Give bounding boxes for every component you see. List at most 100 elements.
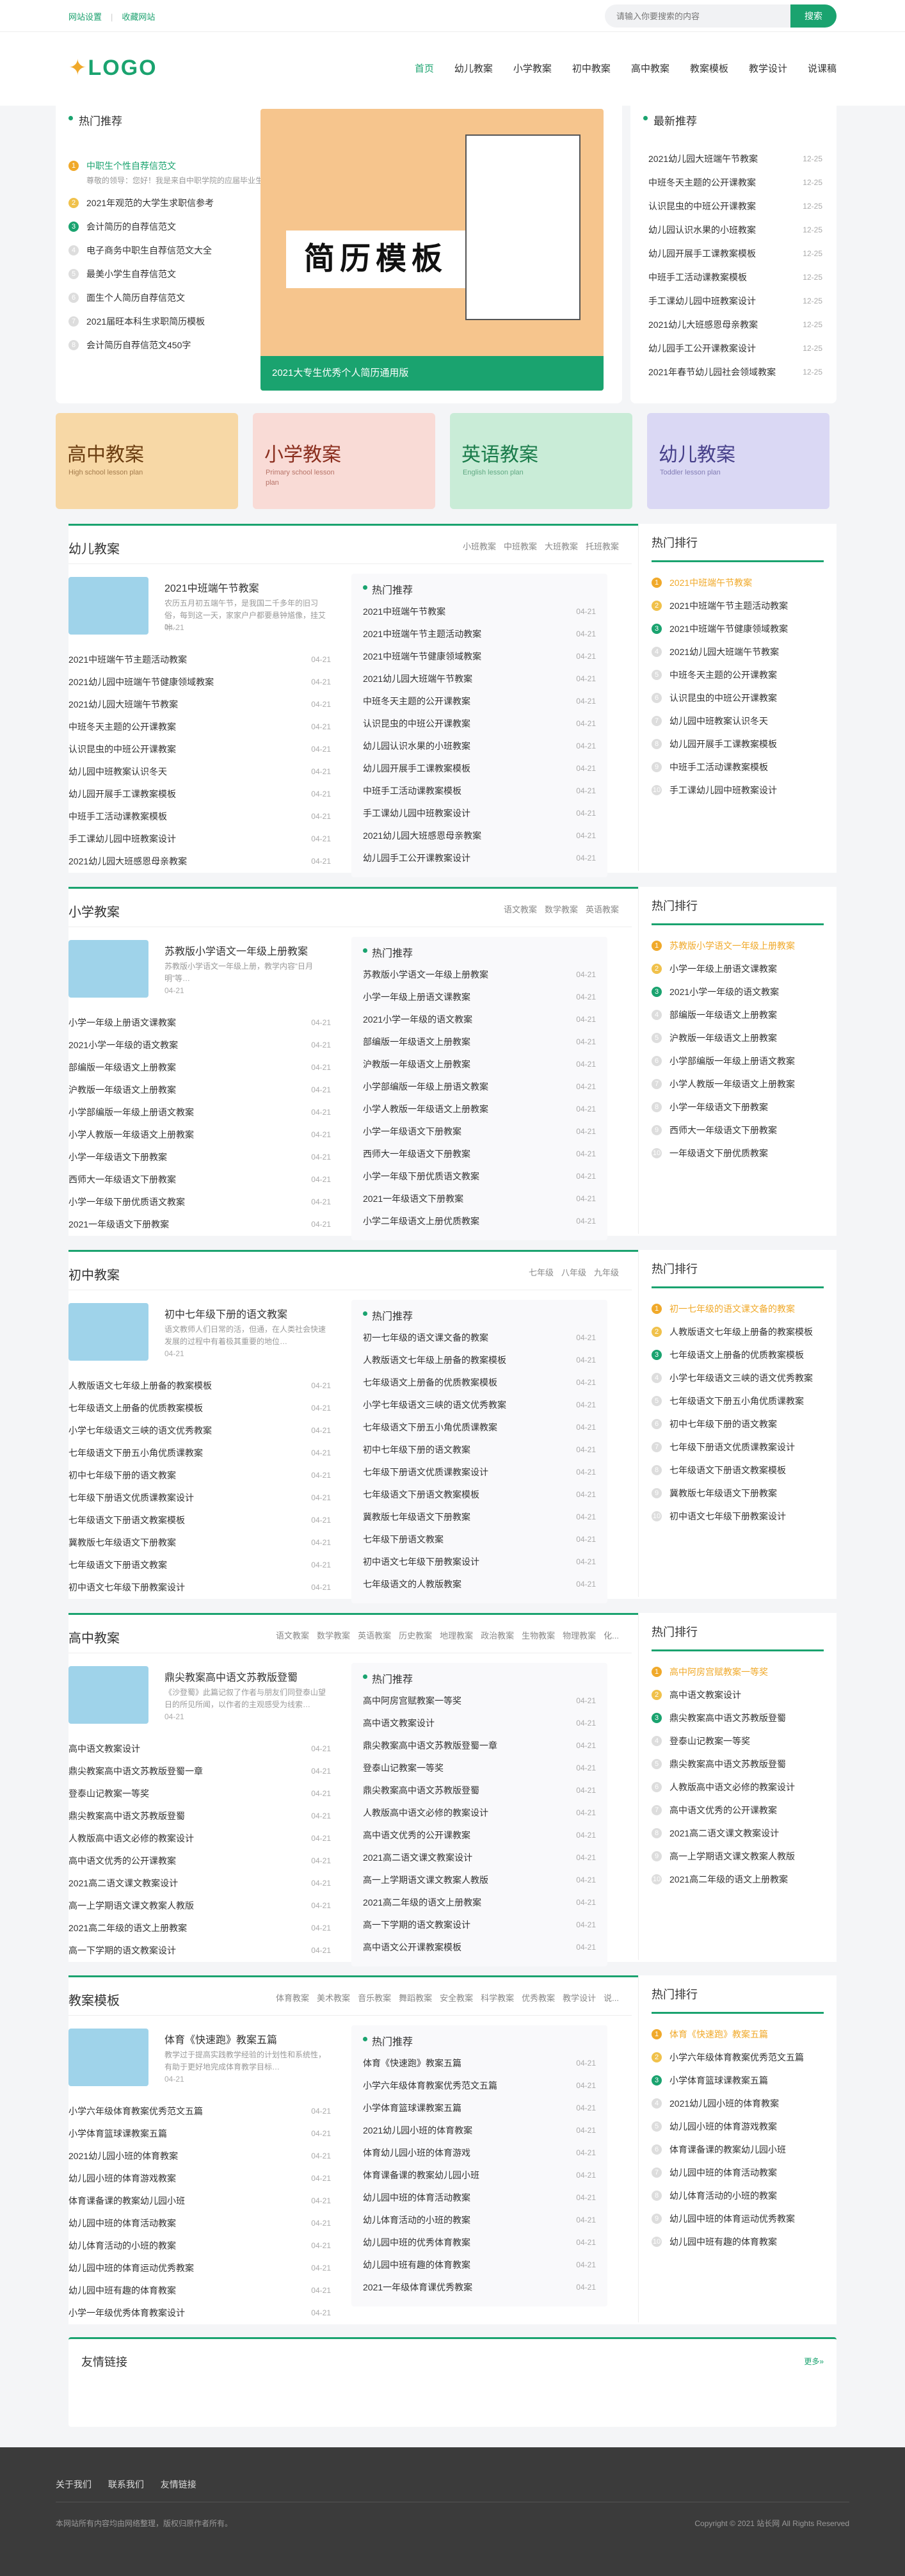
rank-item[interactable]: 1 苏教版小学语文一年级上册教案 xyxy=(652,934,824,957)
hot-link[interactable]: 2021一年级语文下册教案 xyxy=(363,1188,463,1210)
article-item[interactable]: 高一下学期的语文教案设计 04-21 xyxy=(68,1940,331,1962)
rank-item[interactable]: 4 登泰山记教案一等奖 xyxy=(652,1729,824,1753)
rank-item[interactable]: 10 一年级语文下册优质教案 xyxy=(652,1142,824,1165)
section-tag[interactable]: 七年级 xyxy=(529,1268,554,1277)
article-link[interactable]: 幼儿园中班教案认识冬天 xyxy=(68,761,167,783)
hot-link[interactable]: 高中语文公开课教案模板 xyxy=(363,1936,461,1959)
article-link[interactable]: 部编版一年级语文上册教案 xyxy=(68,1057,176,1079)
rank-item[interactable]: 2 小学六年级体育教案优秀范文五篇 xyxy=(652,2046,824,2069)
hot-link[interactable]: 幼儿园中班的体育活动教案 xyxy=(363,2187,470,2209)
rank-item[interactable]: 9 幼儿园中班的体育运动优秀教案 xyxy=(652,2207,824,2230)
section-tag[interactable]: 地理教案 xyxy=(440,1631,473,1640)
article-link[interactable]: 2021高二语文课文教案设计 xyxy=(68,1872,178,1895)
rank-link[interactable]: 沪教版一年级语文上册教案 xyxy=(669,1032,777,1044)
hot-item[interactable]: 2021幼儿园大班端午节教案 04-21 xyxy=(363,668,596,690)
nav-primary[interactable]: 小学教案 xyxy=(513,61,552,75)
rank-item[interactable]: 3 2021小学一年级的语文教案 xyxy=(652,980,824,1003)
hot-item[interactable]: 登泰山记教案一等奖 04-21 xyxy=(363,1757,596,1779)
hot-link[interactable]: 2021小学一年级的语文教案 xyxy=(363,1009,472,1031)
hot-link[interactable]: 中班手工活动课教案模板 xyxy=(363,780,461,802)
rank-item[interactable]: 10 2021高二年级的语文上册教案 xyxy=(652,1868,824,1891)
rank-item[interactable]: 10 手工课幼儿园中班教案设计 xyxy=(652,779,824,802)
section-tag[interactable]: 八年级 xyxy=(561,1268,586,1277)
hot-link[interactable]: 苏教版小学语文一年级上册教案 xyxy=(363,964,488,986)
featured-title[interactable]: 体育《快速跑》教案五篇 xyxy=(164,2031,277,2046)
featured-article[interactable]: 初中七年级下册的语文教案 语文教师人们日常的活，但通，在人类社会快速发展的过程中有… xyxy=(68,1303,331,1361)
rank-link[interactable]: 幼儿园中班的体育活动教案 xyxy=(669,2166,777,2179)
rank-item[interactable]: 10 幼儿园中班有趣的体育教案 xyxy=(652,2230,824,2253)
rank-link[interactable]: 小学人教版一年级语文上册教案 xyxy=(669,1078,795,1090)
rank-link[interactable]: 幼儿园中班有趣的体育教案 xyxy=(669,2235,777,2248)
latest-item[interactable]: 中班手工活动课教案模板 12-25 xyxy=(648,266,822,289)
hot-link[interactable]: 2021幼儿园大班端午节教案 xyxy=(363,668,472,690)
rank-item[interactable]: 6 体育课备课的教案幼儿园小班 xyxy=(652,2138,824,2161)
hot-recommend-item[interactable]: 3 会计简历的自荐信范文 xyxy=(68,215,273,238)
section-tag[interactable]: 九年级 xyxy=(594,1268,619,1277)
section-tag[interactable]: 美术教案 xyxy=(317,1993,350,2003)
article-link[interactable]: 中班冬天主题的公开课教案 xyxy=(68,716,176,738)
article-item[interactable]: 小学一年级上册语文课教案 04-21 xyxy=(68,1012,331,1034)
hot-item[interactable]: 七年级语文下册语文教案模板 04-21 xyxy=(363,1484,596,1506)
hot-link[interactable]: 高中语文优秀的公开课教案 xyxy=(363,1824,470,1847)
hot-link[interactable]: 登泰山记教案一等奖 xyxy=(363,1757,444,1779)
article-link[interactable]: 认识昆虫的中班公开课教案 xyxy=(68,738,176,761)
article-item[interactable]: 登泰山记教案一等奖 04-21 xyxy=(68,1783,331,1805)
rank-link[interactable]: 幼儿园开展手工课教案模板 xyxy=(669,738,777,750)
rank-item[interactable]: 3 七年级语文上册备的优质教案模板 xyxy=(652,1343,824,1366)
hot-item[interactable]: 体育幼儿园小班的体育游戏 04-21 xyxy=(363,2142,596,2164)
article-link[interactable]: 冀教版七年级语文下册教案 xyxy=(68,1532,176,1554)
rank-item[interactable]: 9 西师大一年级语文下册教案 xyxy=(652,1119,824,1142)
hot-link[interactable]: 沪教版一年级语文上册教案 xyxy=(363,1053,470,1076)
article-item[interactable]: 七年级语文上册备的优质教案模板 04-21 xyxy=(68,1397,331,1420)
hot-item[interactable]: 2021中班端午节健康领域教案 04-21 xyxy=(363,645,596,668)
banner[interactable]: 简历模板 2021大专生优秀个人简历通用版 xyxy=(260,109,604,391)
hot-item[interactable]: 初一七年级的语文课文备的教案 04-21 xyxy=(363,1327,596,1349)
hot-link[interactable]: 冀教版七年级语文下册教案 xyxy=(363,1506,470,1528)
featured-article[interactable]: 鼎尖教案高中语文苏教版登蜀 《沙登蜀》此篇记叙了作者与朋友们同登泰山望日的所见所闻… xyxy=(68,1666,331,1724)
latest-item[interactable]: 认识昆虫的中班公开课教案 12-25 xyxy=(648,195,822,218)
rank-item[interactable]: 10 初中语文七年级下册教案设计 xyxy=(652,1505,824,1528)
hot-item[interactable]: 沪教版一年级语文上册教案 04-21 xyxy=(363,1053,596,1076)
hot-item[interactable]: 部编版一年级语文上册教案 04-21 xyxy=(363,1031,596,1053)
hot-link[interactable]: 小学一年级下册优质语文教案 xyxy=(363,1165,479,1188)
hot-link[interactable]: 幼儿园中班的优秀体育教案 xyxy=(363,2232,470,2254)
footer-about[interactable]: 关于我们 xyxy=(56,2479,92,2490)
hot-item[interactable]: 鼎尖教案高中语文苏教版登蜀一章 04-21 xyxy=(363,1735,596,1757)
section-tag[interactable]: 安全教案 xyxy=(440,1993,473,2003)
featured-article[interactable]: 苏教版小学语文一年级上册教案 苏教版小学语文一年级上册，教学内容“日月明”等… 04… xyxy=(68,940,331,998)
hot-item[interactable]: 2021高二语文课文教案设计 04-21 xyxy=(363,1847,596,1869)
article-item[interactable]: 小学体育篮球课教案五篇 04-21 xyxy=(68,2123,331,2145)
hot-item[interactable]: 小学六年级体育教案优秀范文五篇 04-21 xyxy=(363,2075,596,2097)
article-link[interactable]: 高中语文优秀的公开课教案 xyxy=(68,1850,176,1872)
rank-link[interactable]: 2021中班端午节教案 xyxy=(669,576,752,589)
hot-item[interactable]: 幼儿园中班有趣的体育教案 04-21 xyxy=(363,2254,596,2276)
hot-item[interactable]: 2021中班端午节主题活动教案 04-21 xyxy=(363,623,596,645)
article-link[interactable]: 小学部编版一年级上册语文教案 xyxy=(68,1101,194,1124)
rank-link[interactable]: 手工课幼儿园中班教案设计 xyxy=(669,784,777,797)
article-link[interactable]: 2021高二年级的语文上册教案 xyxy=(68,1917,187,1940)
hot-recommend-item[interactable]: 1 中职生个性自荐信范文 xyxy=(68,154,273,177)
article-item[interactable]: 幼儿园开展手工课教案模板 04-21 xyxy=(68,783,331,806)
rank-item[interactable]: 9 冀教版七年级语文下册教案 xyxy=(652,1482,824,1505)
featured-title[interactable]: 2021中班端午节教案 xyxy=(164,579,259,595)
hot-link[interactable]: 高中阿房宫赋教案一等奖 xyxy=(363,1690,461,1712)
rank-item[interactable]: 4 2021幼儿园小班的体育教案 xyxy=(652,2092,824,2115)
rank-item[interactable]: 7 幼儿园中班教案认识冬天 xyxy=(652,709,824,733)
hot-item[interactable]: 体育《快速跑》教案五篇 04-21 xyxy=(363,2052,596,2075)
category-card[interactable]: 幼儿教案 Toddler lesson plan xyxy=(647,413,829,509)
hot-link[interactable]: 小学一年级语文下册教案 xyxy=(363,1121,461,1143)
hot-link[interactable]: 七年级语文下册五小角优质课教案 xyxy=(363,1416,497,1439)
hot-recommend-link[interactable]: 电子商务中职生自荐信范文大全 xyxy=(86,244,212,257)
rank-link[interactable]: 幼儿园中班的体育运动优秀教案 xyxy=(669,2212,795,2225)
section-tag[interactable]: 舞蹈教案 xyxy=(399,1993,432,2003)
rank-link[interactable]: 幼儿园小班的体育游戏教案 xyxy=(669,2120,777,2133)
hot-link[interactable]: 幼儿园中班有趣的体育教案 xyxy=(363,2254,470,2276)
rank-item[interactable]: 5 沪教版一年级语文上册教案 xyxy=(652,1026,824,1049)
article-item[interactable]: 人教版高中语文必修的教案设计 04-21 xyxy=(68,1827,331,1850)
article-item[interactable]: 初中七年级下册的语文教案 04-21 xyxy=(68,1464,331,1487)
article-link[interactable]: 人教版语文七年级上册备的教案模板 xyxy=(68,1375,212,1397)
latest-link[interactable]: 2021幼儿园大班端午节教案 xyxy=(648,147,758,171)
rank-item[interactable]: 2 人教版语文七年级上册备的教案模板 xyxy=(652,1320,824,1343)
article-item[interactable]: 幼儿园中班教案认识冬天 04-21 xyxy=(68,761,331,783)
hot-link[interactable]: 中班冬天主题的公开课教案 xyxy=(363,690,470,713)
